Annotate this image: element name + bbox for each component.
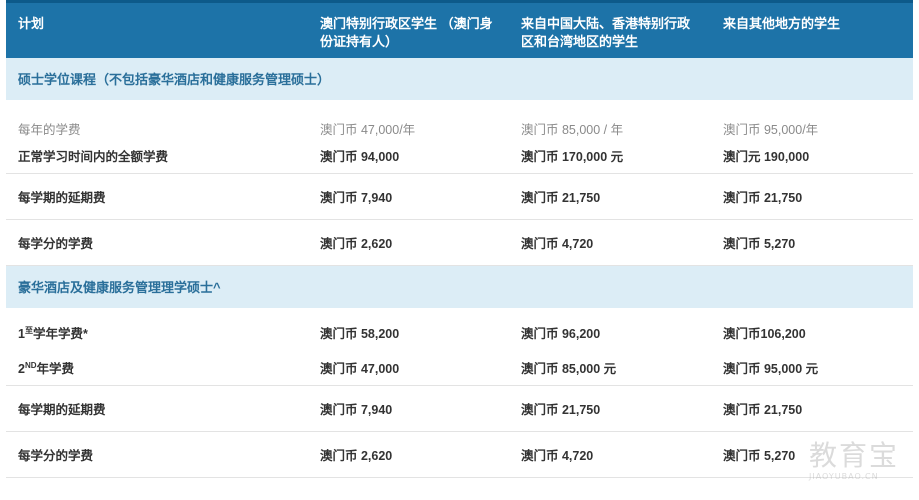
table-row: 每学期的延期费 澳门币 7,940 澳门币 21,750 澳门币 21,750: [6, 173, 913, 220]
year-label-text: 学年学费*: [32, 327, 88, 341]
year-number: 2: [18, 361, 25, 376]
cell-mainland: 澳门币 85,000 / 年: [521, 122, 624, 137]
cell-macau: 澳门币 7,940: [308, 173, 509, 220]
header-plan: 计划: [6, 0, 308, 58]
cell-other: 澳门币 21,750: [711, 173, 913, 220]
row-label: 每学分的学费: [6, 219, 308, 266]
watermark-logo: 教育宝 JIAOYUBAO.CN: [809, 440, 909, 490]
tuition-fee-page: 计划 澳门特别行政区学生 （澳门身份证持有人） 来自中国大陆、香港特别行政区和台…: [6, 0, 919, 500]
table-row: 1至学年学费* 澳门币 58,200 澳门币 96,200 澳门币106,200: [6, 308, 913, 350]
table-row: 每学分的学费 澳门币 2,620 澳门币 4,720 澳门币 5,270: [6, 219, 913, 266]
cell-mainland: 澳门币 170,000 元: [509, 137, 711, 174]
cell-macau: 澳门币 2,620: [308, 219, 509, 266]
row-label: 2ND年学费: [6, 349, 308, 386]
cell-mainland: 澳门币 96,200: [521, 327, 601, 341]
section-header-row: 硕士学位课程（不包括豪华酒店和健康服务管理硕士）: [6, 57, 913, 100]
cell-macau: 澳门币 47,000: [308, 349, 509, 386]
year-label-text: 年学费: [36, 361, 75, 376]
year-superscript: 至: [24, 325, 33, 335]
cell-other: 澳门币106,200: [723, 327, 806, 341]
year-superscript: ND: [24, 360, 37, 370]
row-label: 每年的学费: [18, 122, 81, 137]
cell-other: 澳门元 190,000: [711, 137, 913, 174]
cell-macau: 澳门币 94,000: [308, 137, 509, 174]
cell-mainland: 澳门币 4,720: [509, 431, 711, 478]
cell-mainland: 澳门币 85,000 元: [509, 349, 711, 386]
table-row: 2ND年学费 澳门币 47,000 澳门币 85,000 元 澳门币 95,00…: [6, 349, 913, 386]
cell-other: 澳门币 5,270: [711, 219, 913, 266]
section-header-row: 豪华酒店及健康服务管理理学硕士^: [6, 265, 913, 308]
cell-macau: 澳门币 47,000/年: [320, 122, 416, 137]
row-label: 每学期的延期费: [6, 173, 308, 220]
table-header-row: 计划 澳门特别行政区学生 （澳门身份证持有人） 来自中国大陆、香港特别行政区和台…: [6, 0, 913, 58]
cell-mainland: 澳门币 21,750: [509, 173, 711, 220]
cell-other: 澳门币 95,000 元: [711, 349, 913, 386]
watermark-subtext: JIAOYUBAO.CN: [809, 472, 879, 481]
cell-macau: 澳门币 2,620: [308, 431, 509, 478]
header-other-students: 来自其他地方的学生: [711, 0, 913, 58]
year-number: 1: [18, 327, 25, 341]
cell-macau: 澳门币 58,200: [320, 327, 400, 341]
cell-other: 澳门币 21,750: [711, 385, 913, 432]
section-title-luxury-hotel-program: 豪华酒店及健康服务管理理学硕士^: [6, 265, 913, 308]
watermark-text: 教育宝: [809, 439, 900, 472]
header-mainland-hk-tw-students: 来自中国大陆、香港特别行政区和台湾地区的学生: [509, 0, 711, 58]
table-row: 每学分的学费 澳门币 2,620 澳门币 4,720 澳门币 5,270: [6, 431, 913, 478]
header-macau-students: 澳门特别行政区学生 （澳门身份证持有人）: [308, 0, 509, 58]
row-label: 每学期的延期费: [6, 385, 308, 432]
cell-macau: 澳门币 7,940: [308, 385, 509, 432]
table-row: 每学期的延期费 澳门币 7,940 澳门币 21,750 澳门币 21,750: [6, 385, 913, 432]
section-title-master-programs: 硕士学位课程（不包括豪华酒店和健康服务管理硕士）: [6, 57, 913, 100]
table-row: 正常学习时间内的全额学费 澳门币 94,000 澳门币 170,000 元 澳门…: [6, 137, 913, 174]
tuition-fee-table: 计划 澳门特别行政区学生 （澳门身份证持有人） 来自中国大陆、香港特别行政区和台…: [6, 0, 913, 478]
cell-other: 澳门币 95,000/年: [723, 122, 819, 137]
row-label: 每学分的学费: [6, 431, 308, 478]
row-label: 1至学年学费*: [6, 308, 308, 350]
cell-mainland: 澳门币 21,750: [509, 385, 711, 432]
row-label: 正常学习时间内的全额学费: [6, 137, 308, 174]
cell-mainland: 澳门币 4,720: [509, 219, 711, 266]
table-row: 每年的学费 澳门币 47,000/年 澳门币 85,000 / 年 澳门币 95…: [6, 100, 913, 138]
